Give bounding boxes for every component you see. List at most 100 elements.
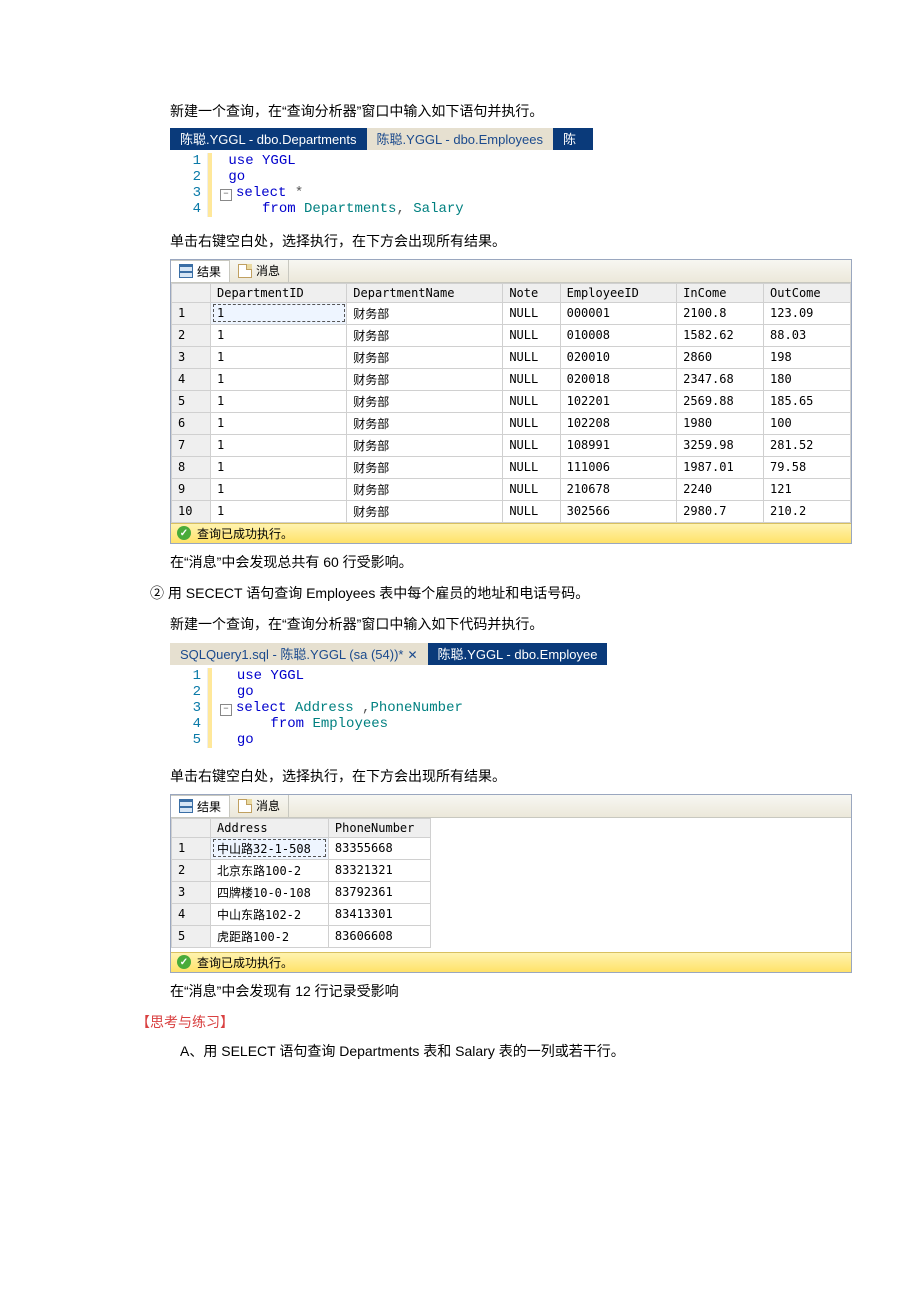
cell[interactable]: 010008 <box>560 324 677 346</box>
fold-icon[interactable]: − <box>220 704 232 716</box>
cell[interactable]: 2100.8 <box>677 302 764 324</box>
cell[interactable]: 财务部 <box>347 478 503 500</box>
tab-employee[interactable]: 陈聪.YGGL - dbo.Employee <box>428 643 608 665</box>
cell[interactable]: 210678 <box>560 478 677 500</box>
row-number[interactable]: 1 <box>172 837 211 859</box>
sql-editor-1[interactable]: 1 use YGGL 2 go 3−select * 4 from Depart… <box>170 150 652 220</box>
cell[interactable]: NULL <box>503 456 560 478</box>
cell[interactable]: 83355668 <box>328 837 430 859</box>
column-header[interactable]: InCome <box>677 283 764 302</box>
cell[interactable]: 2980.7 <box>677 500 764 522</box>
table-row[interactable]: 71财务部NULL1089913259.98281.52 <box>172 434 851 456</box>
cell[interactable]: 3259.98 <box>677 434 764 456</box>
cell[interactable]: 123.09 <box>764 302 851 324</box>
cell[interactable]: 020018 <box>560 368 677 390</box>
cell[interactable]: 1 <box>211 456 347 478</box>
column-header[interactable]: EmployeeID <box>560 283 677 302</box>
row-number[interactable]: 3 <box>172 346 211 368</box>
table-row[interactable]: 101财务部NULL3025662980.7210.2 <box>172 500 851 522</box>
fold-icon[interactable]: − <box>220 189 232 201</box>
tab-sqlquery1[interactable]: SQLQuery1.sql - 陈聪.YGGL (sa (54))*✕ <box>170 643 428 665</box>
cell[interactable]: 财务部 <box>347 456 503 478</box>
cell[interactable]: NULL <box>503 346 560 368</box>
table-row[interactable]: 11财务部NULL0000012100.8123.09 <box>172 302 851 324</box>
cell[interactable]: 财务部 <box>347 346 503 368</box>
sql-editor-2[interactable]: 1 use YGGL 2 go 3−select Address ,PhoneN… <box>170 665 652 751</box>
cell[interactable]: 111006 <box>560 456 677 478</box>
cell[interactable]: 2240 <box>677 478 764 500</box>
cell[interactable]: NULL <box>503 478 560 500</box>
cell[interactable]: 1 <box>211 412 347 434</box>
cell[interactable]: 102208 <box>560 412 677 434</box>
close-icon[interactable]: ✕ <box>403 648 417 662</box>
row-number[interactable]: 5 <box>172 390 211 412</box>
row-number[interactable]: 8 <box>172 456 211 478</box>
cell[interactable]: 1 <box>211 434 347 456</box>
row-number[interactable]: 4 <box>172 903 211 925</box>
cell[interactable]: 108991 <box>560 434 677 456</box>
results-grid-2[interactable]: AddressPhoneNumber1中山路32-1-508833556682北… <box>171 818 431 948</box>
cell[interactable]: 198 <box>764 346 851 368</box>
cell[interactable]: 1 <box>211 478 347 500</box>
cell[interactable]: 102201 <box>560 390 677 412</box>
cell[interactable]: 88.03 <box>764 324 851 346</box>
cell[interactable]: 四牌楼10-0-108 <box>211 881 329 903</box>
row-number[interactable]: 2 <box>172 324 211 346</box>
cell[interactable]: 2569.88 <box>677 390 764 412</box>
row-number[interactable]: 3 <box>172 881 211 903</box>
tab-stub[interactable]: 陈 <box>553 128 593 150</box>
cell[interactable]: 83606608 <box>328 925 430 947</box>
table-row[interactable]: 3四牌楼10-0-10883792361 <box>172 881 431 903</box>
cell[interactable]: 北京东路100-2 <box>211 859 329 881</box>
results-grid-1[interactable]: DepartmentIDDepartmentNameNoteEmployeeID… <box>171 283 851 523</box>
cell[interactable]: 财务部 <box>347 302 503 324</box>
cell[interactable]: 1 <box>211 346 347 368</box>
cell[interactable]: 83321321 <box>328 859 430 881</box>
cell[interactable]: 财务部 <box>347 500 503 522</box>
cell[interactable]: 1980 <box>677 412 764 434</box>
cell[interactable]: 020010 <box>560 346 677 368</box>
cell[interactable]: NULL <box>503 434 560 456</box>
table-row[interactable]: 31财务部NULL0200102860198 <box>172 346 851 368</box>
cell[interactable]: 2860 <box>677 346 764 368</box>
cell[interactable]: 2347.68 <box>677 368 764 390</box>
cell[interactable]: 281.52 <box>764 434 851 456</box>
column-header[interactable]: Note <box>503 283 560 302</box>
cell[interactable]: NULL <box>503 368 560 390</box>
cell[interactable]: 1582.62 <box>677 324 764 346</box>
row-number[interactable]: 5 <box>172 925 211 947</box>
cell[interactable]: 83413301 <box>328 903 430 925</box>
table-row[interactable]: 1中山路32-1-50883355668 <box>172 837 431 859</box>
tab-messages[interactable]: 消息 <box>230 795 289 817</box>
cell[interactable]: 1 <box>211 390 347 412</box>
cell[interactable]: 1 <box>211 500 347 522</box>
column-header[interactable]: OutCome <box>764 283 851 302</box>
cell[interactable]: 中山东路102-2 <box>211 903 329 925</box>
table-row[interactable]: 61财务部NULL1022081980100 <box>172 412 851 434</box>
row-number[interactable]: 7 <box>172 434 211 456</box>
row-number[interactable]: 4 <box>172 368 211 390</box>
row-number[interactable]: 1 <box>172 302 211 324</box>
table-row[interactable]: 51财务部NULL1022012569.88185.65 <box>172 390 851 412</box>
column-header[interactable]: Address <box>211 818 329 837</box>
cell[interactable]: NULL <box>503 500 560 522</box>
tab-departments[interactable]: 陈聪.YGGL - dbo.Departments <box>170 128 367 150</box>
table-row[interactable]: 21财务部NULL0100081582.6288.03 <box>172 324 851 346</box>
cell[interactable]: 1 <box>211 368 347 390</box>
cell[interactable]: 210.2 <box>764 500 851 522</box>
cell[interactable]: 79.58 <box>764 456 851 478</box>
cell[interactable]: NULL <box>503 390 560 412</box>
tab-messages[interactable]: 消息 <box>230 260 289 282</box>
tab-results[interactable]: 结果 <box>171 260 230 282</box>
table-row[interactable]: 2北京东路100-283321321 <box>172 859 431 881</box>
cell[interactable]: NULL <box>503 412 560 434</box>
cell[interactable]: 180 <box>764 368 851 390</box>
row-number[interactable]: 9 <box>172 478 211 500</box>
cell[interactable]: 财务部 <box>347 412 503 434</box>
column-header[interactable] <box>172 818 211 837</box>
cell[interactable]: 中山路32-1-508 <box>211 837 329 859</box>
cell[interactable]: 000001 <box>560 302 677 324</box>
cell[interactable]: 财务部 <box>347 434 503 456</box>
row-number[interactable]: 6 <box>172 412 211 434</box>
column-header[interactable]: PhoneNumber <box>328 818 430 837</box>
